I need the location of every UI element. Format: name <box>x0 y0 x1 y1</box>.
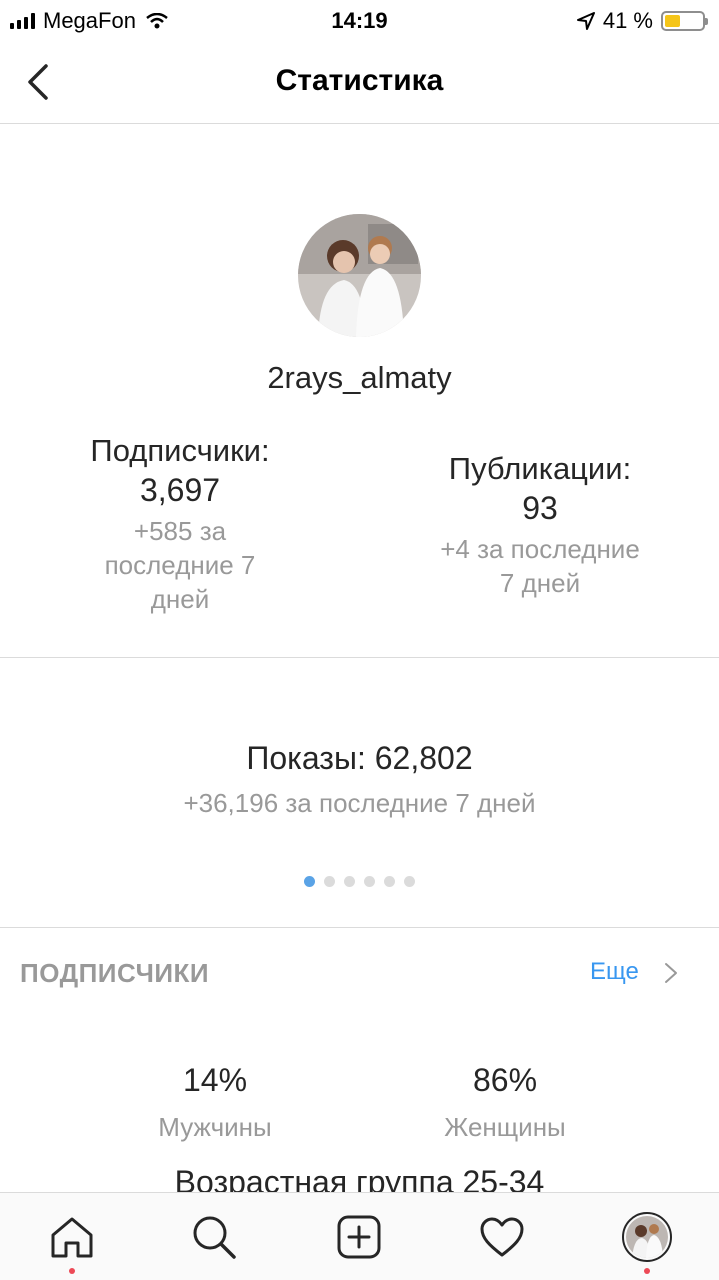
notification-dot <box>644 1268 650 1274</box>
followers-change-line: +585 за <box>133 516 227 546</box>
women-percent: 86% <box>472 1062 538 1098</box>
posts-value: 93 <box>522 490 558 526</box>
battery-fill <box>665 15 680 27</box>
new-post-icon <box>337 1215 381 1259</box>
page-title: Статистика <box>275 64 444 97</box>
followers-value: 3,697 <box>139 472 221 508</box>
tab-search[interactable] <box>184 1207 244 1267</box>
impressions-value: Показы: 62,802 <box>246 740 473 776</box>
tab-home[interactable] <box>42 1207 102 1267</box>
username: 2rays_almaty <box>267 360 452 395</box>
tab-profile[interactable] <box>617 1207 677 1267</box>
posts-stat: Публикации: 93 +4 за последние 7 дней <box>400 450 680 600</box>
page-indicator[interactable] <box>0 876 719 887</box>
page-dot[interactable] <box>404 876 415 887</box>
men-percent: 14% <box>182 1062 248 1098</box>
profile-avatar[interactable] <box>298 214 421 337</box>
search-icon <box>193 1216 236 1259</box>
more-link[interactable]: Еще <box>590 958 639 986</box>
battery-percent: 41 % <box>602 8 653 33</box>
posts-change-line: +4 за последние <box>440 534 640 564</box>
chevron-right-icon[interactable] <box>664 962 678 984</box>
followers-stat: Подписчики: 3,697 +585 за последние 7 дн… <box>60 432 300 616</box>
impressions-change: +36,196 за последние 7 дней <box>183 788 536 818</box>
divider <box>0 927 719 928</box>
followers-change: +585 за последние 7 дней <box>60 514 300 616</box>
posts-label: Публикации: <box>448 451 632 486</box>
profile-photo <box>298 214 421 337</box>
page-dot[interactable] <box>364 876 375 887</box>
page-dot[interactable] <box>304 876 315 887</box>
page-dot[interactable] <box>384 876 395 887</box>
gender-women: 86% Женщины <box>405 1060 605 1144</box>
tab-bar <box>0 1192 719 1280</box>
location-arrow-icon <box>576 12 595 30</box>
men-label: Мужчины <box>158 1112 272 1142</box>
navigation-bar: Статистика <box>0 40 719 124</box>
followers-label: Подписчики: <box>90 433 270 468</box>
page-dot[interactable] <box>344 876 355 887</box>
home-icon <box>51 1217 93 1258</box>
notification-dot <box>69 1268 75 1274</box>
gender-men: 14% Мужчины <box>115 1060 315 1144</box>
women-label: Женщины <box>444 1112 566 1142</box>
status-bar: MegaFon 14:19 41 % <box>0 0 719 40</box>
posts-change-line: 7 дней <box>499 568 581 598</box>
tab-activity[interactable] <box>472 1207 532 1267</box>
battery-icon <box>661 11 708 31</box>
section-title-followers: ПОДПИСЧИКИ <box>20 958 210 988</box>
page-dot[interactable] <box>324 876 335 887</box>
impressions-card[interactable]: Показы: 62,802 +36,196 за последние 7 дн… <box>0 738 719 820</box>
posts-change: +4 за последние 7 дней <box>400 532 680 600</box>
tab-new-post[interactable] <box>329 1207 389 1267</box>
profile-avatar <box>622 1212 672 1262</box>
activity-heart-icon <box>480 1217 524 1257</box>
followers-change-line: дней <box>150 584 210 614</box>
divider <box>0 657 719 658</box>
followers-change-line: последние 7 <box>104 550 256 580</box>
